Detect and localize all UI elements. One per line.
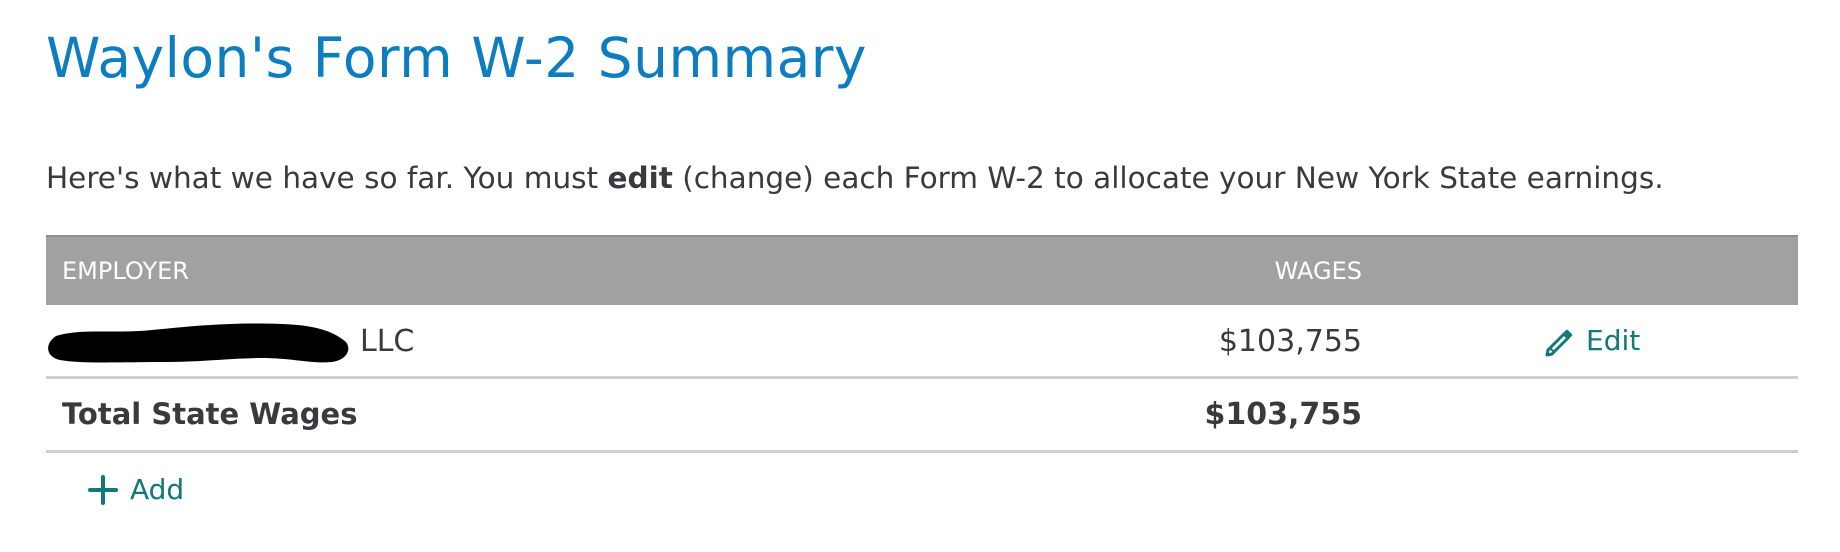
wages-cell: $103,755 [1218, 324, 1362, 359]
employer-cell: LLC [46, 305, 646, 376]
intro-text-emphasis: edit [607, 161, 673, 195]
total-label: Total State Wages [62, 397, 358, 431]
table-header: EMPLOYER WAGES [46, 235, 1798, 305]
redaction-mark [48, 323, 349, 363]
employer-name-suffix: LLC [360, 324, 415, 359]
intro-text: Here's what we have so far. You must edi… [46, 156, 1664, 200]
total-row: Total State Wages $103,755 [46, 379, 1798, 453]
add-w2-button[interactable]: Add [88, 470, 184, 510]
intro-text-start: Here's what we have so far. You must [46, 161, 608, 195]
table-row: LLC $103,755 Edit [46, 305, 1798, 379]
edit-button-label: Edit [1586, 324, 1641, 357]
intro-text-end: (change) each Form W-2 to allocate your … [672, 161, 1664, 195]
wages-column-header: WAGES [1274, 257, 1362, 285]
edit-button[interactable]: Edit [1542, 305, 1640, 376]
page-title: Waylon's Form W-2 Summary [46, 26, 867, 90]
employer-column-header: EMPLOYER [62, 257, 189, 285]
plus-icon [88, 475, 118, 505]
pencil-icon [1545, 329, 1573, 356]
w2-summary-table: EMPLOYER WAGES LLC $103,755 Edit Total S… [46, 235, 1798, 453]
add-button-label: Add [130, 473, 185, 506]
total-value: $103,755 [1204, 397, 1362, 432]
